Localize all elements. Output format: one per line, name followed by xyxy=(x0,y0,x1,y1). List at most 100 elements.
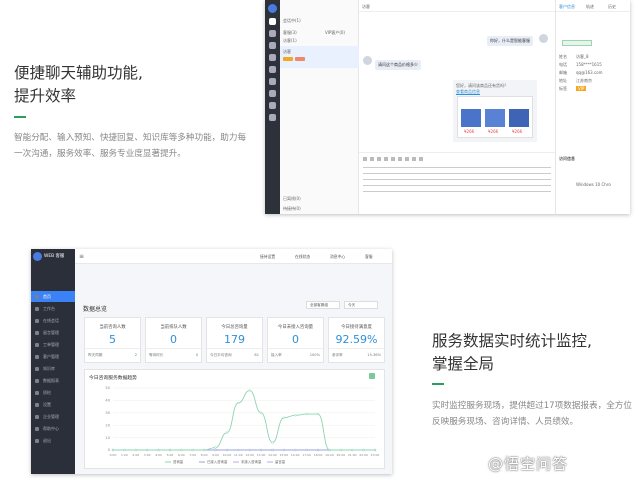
data-point xyxy=(259,411,263,414)
list-stat: 客服(3) xyxy=(283,30,297,35)
stat-label: 今日总咨询量 xyxy=(221,325,248,330)
list-stat: 访客(1) xyxy=(283,38,297,43)
user-icon[interactable] xyxy=(269,42,276,49)
menu-item[interactable]: 质检 xyxy=(31,387,75,398)
chat-main: 访客 你好，什么是智能客服 请问这个商品价格多少 您好，请问该商品还有货吗？ 查… xyxy=(359,0,555,214)
y-tick-label: 0 xyxy=(108,448,111,452)
input-text-lines xyxy=(363,167,551,193)
product-image xyxy=(461,109,481,127)
app-logo-icon xyxy=(268,4,277,13)
stat-foot-value: 2 xyxy=(134,353,137,357)
stat-foot-value: 81 xyxy=(254,353,259,357)
data-point xyxy=(134,448,137,452)
avatar xyxy=(363,56,372,65)
globe-icon[interactable] xyxy=(269,66,276,73)
menu-item[interactable]: 在线会话 xyxy=(31,315,75,326)
offline-group[interactable]: 已离线(0) xyxy=(283,196,301,202)
data-point xyxy=(305,412,308,416)
group-filter-select[interactable]: 全部客服组 xyxy=(306,301,340,309)
wrench-icon[interactable] xyxy=(269,114,276,121)
product-image xyxy=(509,109,529,127)
list-header: 会话中(1) xyxy=(283,18,301,23)
field-label: 地址 xyxy=(559,78,567,83)
cloud-icon[interactable] xyxy=(269,78,276,85)
data-point xyxy=(282,448,286,452)
stat-value: 5 xyxy=(109,333,116,346)
x-tick-label: 22:00 xyxy=(359,453,368,457)
phone-icon[interactable] xyxy=(269,30,276,37)
message-input[interactable] xyxy=(359,152,555,214)
toolbar-item[interactable]: 消息中心 xyxy=(330,254,345,260)
x-tick-label: 7:00 xyxy=(189,453,196,457)
data-point xyxy=(248,389,251,392)
agent-message: 请问这个商品价格多少 xyxy=(375,60,421,70)
stat-label: 今日未接入咨询量 xyxy=(277,325,314,330)
tab-customer-info[interactable]: 客户信息 xyxy=(559,4,575,10)
legend-label: 已接入咨询量 xyxy=(207,459,228,464)
section2-accent-bar xyxy=(432,383,444,385)
x-tick-label: 5:00 xyxy=(167,453,174,457)
tab-history[interactable]: 历史 xyxy=(608,4,616,10)
input-toolbar[interactable] xyxy=(363,157,423,161)
waiting-group[interactable]: 待接待(0) xyxy=(283,206,301,212)
y-tick-label: 40 xyxy=(105,399,110,403)
menu-item[interactable]: 数据报表 xyxy=(31,375,75,386)
y-tick-label: 50 xyxy=(105,386,110,390)
data-point xyxy=(373,448,377,452)
x-tick-label: 15:00 xyxy=(280,453,289,457)
section2-title: 服务数据实时统计监控, 掌握全局 xyxy=(432,330,632,376)
stat-label: 当前咨询人数 xyxy=(99,325,126,330)
stat-value: 0 xyxy=(170,333,177,346)
chat-header-visitor: 访客 xyxy=(362,4,370,9)
menu-item[interactable]: 工作台 xyxy=(31,303,75,314)
menu-item[interactable]: 工单管理 xyxy=(31,339,75,350)
x-tick-label: 19:00 xyxy=(325,453,334,457)
data-point xyxy=(362,448,365,452)
report-icon[interactable] xyxy=(269,102,276,109)
dashboard-sidebar: WEB 客服 首页 工作台 在线会话 留言管理 工单管理 客户管理 知识库 数据… xyxy=(31,249,75,474)
chat-icon[interactable] xyxy=(269,18,276,25)
section2-description: 实时监控服务现场，提供超过17项数据报表，全方位反映服务现场、咨询详情、人员绩效… xyxy=(432,401,632,427)
x-tick-label: 4:00 xyxy=(155,453,162,457)
field-label: 姓名 xyxy=(559,54,567,59)
toolbar-item[interactable]: 接待设置 xyxy=(260,254,275,260)
field-value-tag: VIP xyxy=(576,86,587,91)
menu-toggle-icon[interactable]: ≡ xyxy=(79,253,84,260)
data-point xyxy=(191,448,194,452)
document-icon[interactable] xyxy=(269,90,276,97)
data-point xyxy=(214,448,217,452)
x-tick-label: 20:00 xyxy=(336,453,345,457)
date-filter-select[interactable]: 今天 xyxy=(344,301,378,309)
product-card[interactable]: 您好，请问该商品还有货吗？ 查看商品信息 ¥266 ¥266 ¥266 xyxy=(453,80,537,142)
toolbar-item[interactable]: 在线状态 xyxy=(295,254,310,260)
menu-item-home[interactable]: 首页 xyxy=(31,291,75,302)
trend-chart-panel: 今日咨询服务数据趋势 0 10 20 30 40 50 0:00 1:00 2:00 3:00 4:… xyxy=(84,369,385,469)
product-price: ¥266 xyxy=(488,129,499,134)
location-icon[interactable] xyxy=(269,54,276,61)
vip-badge xyxy=(283,57,293,61)
visitor-message: 你好，什么是智能客服 xyxy=(487,36,533,46)
data-point xyxy=(339,448,342,452)
menu-item[interactable]: 客户管理 xyxy=(31,351,75,362)
x-tick-label: 1:00 xyxy=(121,453,128,457)
series-line xyxy=(112,390,375,451)
menu-item[interactable]: 留言管理 xyxy=(31,327,75,338)
menu-item[interactable]: 退出 xyxy=(31,435,75,446)
data-point xyxy=(294,414,297,417)
menu-item[interactable]: 知识库 xyxy=(31,363,75,374)
chat-header: 访客 xyxy=(359,0,555,12)
product-link[interactable]: 查看商品信息 xyxy=(456,89,480,95)
menu-item[interactable]: 企业管理 xyxy=(31,411,75,422)
x-tick-label: 6:00 xyxy=(178,453,185,457)
watermark: @悟空问答 xyxy=(488,455,569,473)
chat-icon-rail xyxy=(265,0,280,214)
x-tick-label: 2:00 xyxy=(132,453,139,457)
menu-item[interactable]: 帮助中心 xyxy=(31,423,75,434)
stat-foot-label: 参评率 xyxy=(332,353,343,357)
field-value: 158****1615 xyxy=(576,62,602,67)
x-tick-label: 12:00 xyxy=(245,453,254,457)
toolbar-item[interactable]: 客服 xyxy=(365,254,373,260)
conversation-item-active[interactable]: 访客 xyxy=(280,46,359,68)
menu-item[interactable]: 设置 xyxy=(31,399,75,410)
tab-track[interactable]: 轨迹 xyxy=(586,4,594,10)
